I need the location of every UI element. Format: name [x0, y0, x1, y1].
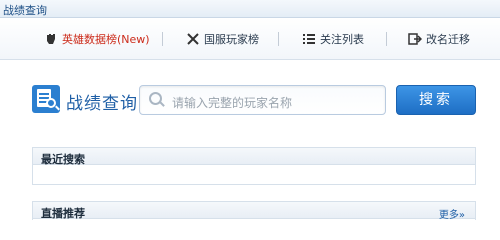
live-recommend-panel: 直播推荐 更多»	[32, 201, 476, 221]
recent-search-header: 最近搜索	[33, 148, 475, 166]
record-search-icon	[32, 85, 60, 113]
search-icon	[149, 92, 164, 107]
nav-label: 国服玩家榜	[204, 33, 259, 46]
recent-search-label: 最近搜索	[41, 153, 85, 166]
nav-bar: 英雄数据榜(New) 国服玩家榜 关注列表 改名迁移	[0, 18, 500, 60]
list-icon	[302, 32, 316, 46]
player-search-input[interactable]: 请输入完整的玩家名称	[139, 85, 386, 115]
nav-hero-data[interactable]: 英雄数据榜(New)	[44, 31, 150, 47]
title-bar: 战绩查询	[0, 0, 500, 18]
nav-label: 英雄数据榜(New)	[62, 33, 150, 46]
live-recommend-label: 直播推荐	[41, 207, 85, 220]
live-recommend-header: 直播推荐 更多»	[33, 202, 475, 221]
page-title: 战绩查询	[66, 94, 138, 114]
nav-divider	[162, 32, 163, 46]
nav-label: 关注列表	[320, 33, 364, 46]
recent-search-panel: 最近搜索	[32, 147, 476, 185]
nav-server-ranking[interactable]: 国服玩家榜	[186, 31, 259, 47]
fist-icon	[44, 32, 58, 46]
crossed-swords-icon	[186, 32, 200, 46]
nav-follow-list[interactable]: 关注列表	[302, 31, 364, 47]
search-placeholder: 请输入完整的玩家名称	[172, 96, 293, 110]
search-button[interactable]: 搜索	[396, 85, 476, 115]
nav-divider	[386, 32, 387, 46]
nav-label: 改名迁移	[426, 33, 470, 46]
transfer-icon	[408, 32, 423, 46]
nav-divider	[278, 32, 279, 46]
nav-rename-migrate[interactable]: 改名迁移	[408, 31, 470, 47]
more-link[interactable]: 更多»	[439, 206, 465, 221]
window-title: 战绩查询	[3, 4, 47, 17]
